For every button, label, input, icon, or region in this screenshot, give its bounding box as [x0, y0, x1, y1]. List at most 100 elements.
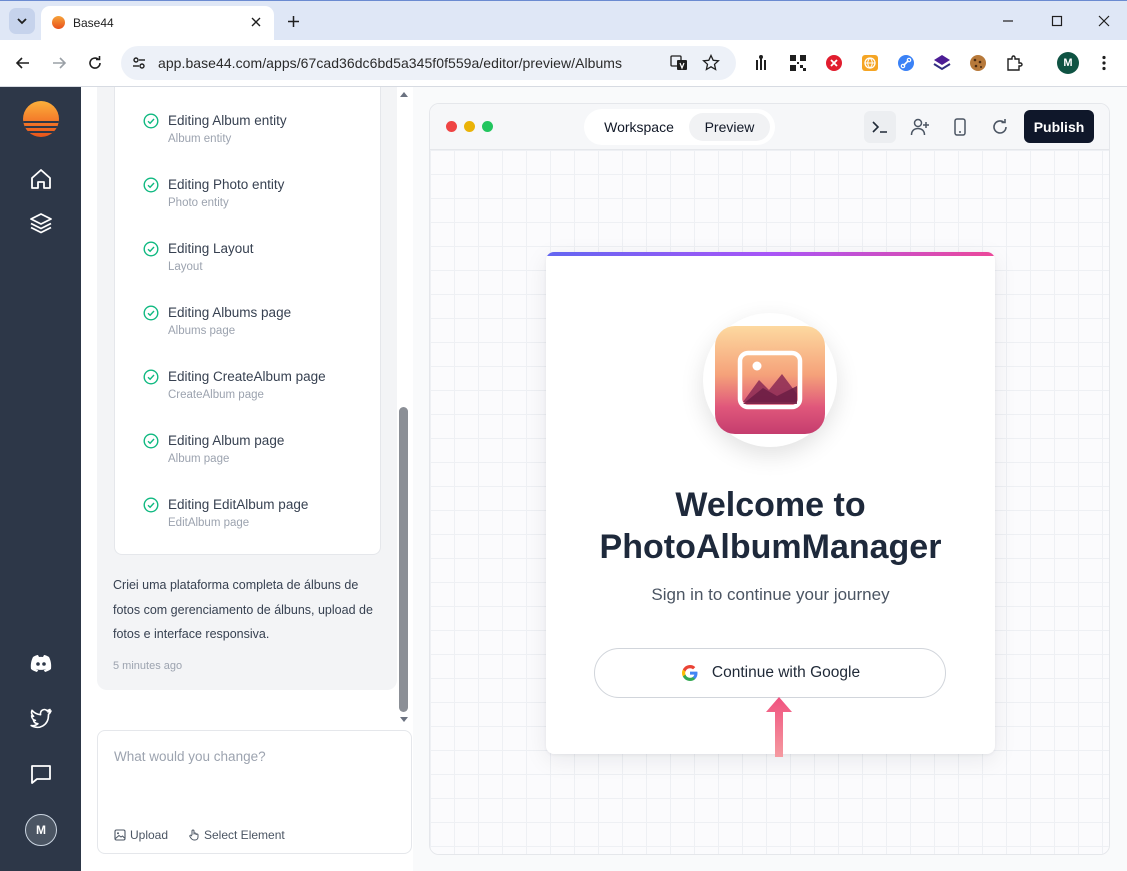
close-icon [1098, 15, 1110, 27]
chat-scrollbar[interactable] [396, 87, 410, 727]
edit-step-title: Editing EditAlbum page [168, 497, 309, 512]
tab-title: Base44 [73, 16, 114, 30]
tab-close-button[interactable] [246, 12, 266, 32]
translate-icon[interactable] [669, 53, 689, 73]
window-dot-green [482, 121, 493, 132]
terminal-icon[interactable] [864, 111, 896, 143]
base44-favicon-icon [52, 16, 65, 29]
continue-with-google-button[interactable]: Continue with Google [594, 648, 946, 698]
extension-link-icon[interactable] [895, 52, 917, 74]
site-settings-icon[interactable] [130, 54, 148, 72]
edit-step-subtitle: Album entity [168, 133, 232, 145]
address-bar[interactable]: app.base44.com/apps/67cad36dc6bd5a345f0f… [121, 46, 736, 80]
layers-icon[interactable] [26, 208, 56, 238]
extension-layers-icon[interactable] [931, 52, 953, 74]
edit-step-subtitle: CreateAlbum page [168, 389, 264, 401]
select-element-label: Select Element [204, 828, 285, 842]
edit-steps-card: Editing Album entity Album entity Editing … [114, 87, 381, 555]
check-circle-icon [143, 177, 159, 193]
chat-panel: Editing Album entity Album entity Editing … [81, 87, 413, 871]
edit-step-title: Editing Layout [168, 241, 254, 256]
refresh-icon[interactable] [984, 111, 1016, 143]
welcome-line-2: PhotoAlbumManager [599, 528, 942, 566]
home-icon[interactable] [26, 164, 56, 194]
edit-step-subtitle: Albums page [168, 325, 236, 337]
close-icon [251, 17, 261, 27]
check-circle-icon [143, 305, 159, 321]
minimize-button[interactable] [996, 9, 1020, 33]
scroll-thumb[interactable] [399, 407, 408, 712]
mobile-device-icon[interactable] [944, 111, 976, 143]
check-circle-icon [143, 369, 159, 385]
extension-feather-icon[interactable] [751, 52, 773, 74]
tab-preview[interactable]: Preview [689, 113, 770, 141]
check-circle-icon [143, 113, 159, 129]
extension-orange-globe-icon[interactable] [859, 52, 881, 74]
back-button[interactable] [10, 50, 36, 76]
reload-button[interactable] [82, 50, 108, 76]
minimize-icon [1003, 20, 1013, 22]
edit-step-title: Editing CreateAlbum page [168, 369, 326, 384]
extension-red-close-icon[interactable] [823, 52, 845, 74]
check-circle-icon [143, 433, 159, 449]
left-sidebar: M [0, 87, 81, 871]
scroll-up-arrow-icon[interactable] [400, 92, 408, 97]
edit-step-title: Editing Album entity [168, 113, 287, 128]
browser-tab-strip: Base44 [0, 0, 1127, 41]
base44-logo-icon[interactable] [23, 101, 59, 137]
preview-panel: Workspace Preview Publish Welcome to Pho… [429, 103, 1110, 855]
arrow-right-icon [53, 57, 67, 69]
maximize-button[interactable] [1045, 9, 1069, 33]
user-avatar[interactable]: M [25, 814, 57, 846]
discord-icon[interactable] [26, 648, 56, 678]
new-tab-button[interactable] [282, 10, 304, 32]
reload-icon [89, 56, 101, 69]
browser-profile-avatar[interactable]: M [1057, 52, 1079, 74]
select-element-button[interactable]: Select Element [188, 827, 285, 843]
browser-tab[interactable]: Base44 [41, 6, 274, 41]
extension-qr-code-icon[interactable] [787, 52, 809, 74]
bookmark-star-icon[interactable] [701, 53, 721, 73]
message-timestamp: 5 minutes ago [113, 660, 183, 672]
maximize-icon [1051, 15, 1063, 27]
edit-step-subtitle: Album page [168, 453, 230, 465]
upload-label: Upload [130, 828, 169, 842]
welcome-heading: Welcome to PhotoAlbumManager [546, 484, 995, 568]
chat-bubble-icon[interactable] [26, 759, 56, 789]
assistant-message-bubble: Editing Album entity Album entity Editing … [97, 87, 397, 690]
welcome-line-1: Welcome to [675, 486, 866, 524]
card-accent-bar [546, 252, 995, 256]
tab-workspace[interactable]: Workspace [589, 113, 689, 141]
twitter-icon[interactable] [26, 703, 56, 733]
base44-app: M Editing Album entity Album entity Editin… [0, 87, 1127, 871]
view-mode-toggle: Workspace Preview [584, 109, 775, 145]
google-logo-icon [681, 665, 698, 681]
browser-menu-kebab-icon[interactable] [1093, 52, 1115, 74]
browser-toolbar: app.base44.com/apps/67cad36dc6bd5a345f0f… [0, 40, 1127, 87]
publish-button[interactable]: Publish [1024, 110, 1094, 143]
tab-search-button[interactable] [9, 8, 35, 34]
pointer-arrow-icon [766, 697, 792, 757]
edit-step-subtitle: Photo entity [168, 197, 229, 209]
chat-input[interactable] [114, 749, 394, 764]
login-card: Welcome to PhotoAlbumManager Sign in to … [546, 252, 995, 754]
extensions-puzzle-icon[interactable] [1003, 52, 1025, 74]
upload-button[interactable]: Upload [114, 827, 168, 843]
google-button-label: Continue with Google [711, 664, 861, 681]
add-user-icon[interactable] [904, 111, 936, 143]
preview-toolbar: Workspace Preview Publish [430, 104, 1109, 150]
window-close-button[interactable] [1092, 9, 1116, 33]
scroll-down-arrow-icon[interactable] [400, 717, 408, 722]
edit-step-title: Editing Photo entity [168, 177, 285, 192]
window-dot-red [446, 121, 457, 132]
edit-step-title: Editing Albums page [168, 305, 292, 320]
extension-cookie-icon[interactable] [967, 52, 989, 74]
chevron-down-icon [17, 18, 27, 25]
edit-step-subtitle: Layout [168, 261, 203, 273]
assistant-message-text: Criei uma plataforma completa de álbuns … [113, 578, 373, 641]
edit-step-subtitle: EditAlbum page [168, 517, 250, 529]
image-icon [114, 829, 126, 841]
forward-button[interactable] [46, 50, 72, 76]
arrow-left-icon [15, 57, 29, 69]
edit-step-title: Editing Album page [168, 433, 285, 448]
